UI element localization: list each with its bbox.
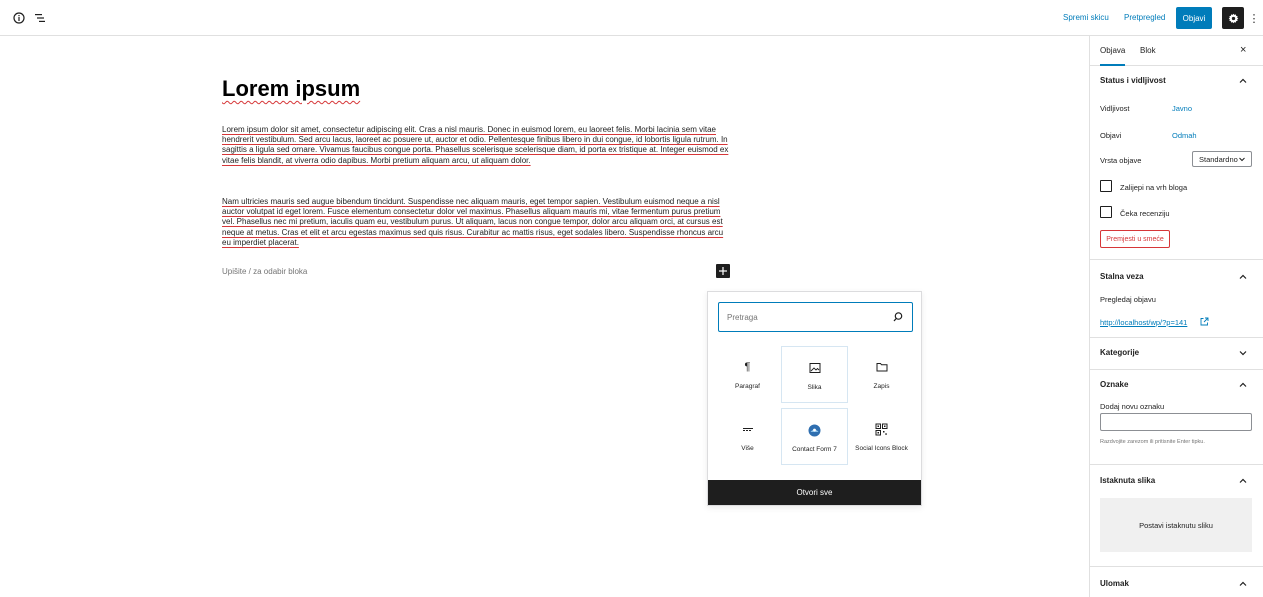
sidebar-tabs: Objava Blok × [1090,36,1263,66]
list-view-icon[interactable] [32,10,48,26]
post-title[interactable]: Lorem ipsum [222,76,360,102]
move-to-trash-button[interactable]: Premjesti u smeće [1100,230,1170,248]
chevron-up-icon [1239,581,1247,586]
paragraph-block[interactable]: Lorem ipsum dolor sit amet, consectetur … [222,125,734,166]
block-paragraph[interactable]: ¶ Paragraf [714,346,781,403]
settings-sidebar: Objava Blok × Status i vidljivost Vidlji… [1089,36,1263,597]
publish-label: Objavi [1100,131,1122,140]
divider [1090,464,1263,465]
divider [1090,566,1263,567]
visibility-label: Vidljivost [1100,104,1130,113]
block-search-input[interactable] [727,310,887,324]
tab-post[interactable]: Objava [1100,46,1126,66]
folder-icon [875,360,889,374]
paragraph-block[interactable]: Nam ultricies mauris sed augue bibendum … [222,197,734,248]
gear-icon [1228,13,1238,23]
chevron-up-icon [1239,274,1247,279]
set-featured-image-button[interactable]: Postavi istaknutu sliku [1100,498,1252,552]
pending-review-checkbox[interactable] [1100,206,1112,218]
divider [1090,259,1263,260]
panel-title: Oznake [1100,380,1129,389]
visibility-value[interactable]: Javno [1172,104,1192,113]
add-tag-label: Dodaj novu oznaku [1100,402,1165,411]
qr-icon [875,422,889,436]
block-label: Social Icons Block [855,445,908,452]
panel-title: Status i vidljivost [1100,76,1166,85]
block-image[interactable]: Slika [781,346,848,403]
image-icon [808,361,822,375]
save-draft-button[interactable]: Spremi skicu [1063,13,1109,22]
add-block-button[interactable] [716,264,730,278]
post-format-label: Vrsta objave [1100,156,1142,165]
chevron-up-icon [1239,78,1247,83]
publish-button[interactable]: Objavi [1176,7,1212,29]
more-options-icon[interactable]: ⋮ [1249,10,1260,26]
open-all-button[interactable]: Otvori sve [708,480,921,505]
block-inserter-popover: ¶ Paragraf Slika Zapis Više Contact Fo [707,291,922,506]
block-label: Zapis [873,383,890,390]
chevron-down-icon [1239,157,1245,162]
view-post-label: Pregledaj objavu [1100,295,1156,304]
block-contact-form[interactable]: Contact Form 7 [781,408,848,465]
chevron-up-icon [1239,478,1247,483]
block-label: Više [741,445,754,452]
panel-title: Kategorije [1100,348,1140,357]
block-social-icons[interactable]: Social Icons Block [848,408,915,465]
top-toolbar: Spremi skicu Pretpregled Objavi ⋮ [0,0,1263,36]
paragraph-icon: ¶ [744,361,751,373]
sticky-checkbox[interactable] [1100,180,1112,192]
settings-button[interactable] [1222,7,1244,29]
sticky-label: Zalijepi na vrh bloga [1120,183,1188,192]
pending-review-label: Čeka recenziju [1120,209,1170,218]
post-format-select[interactable]: Standardno [1192,151,1252,167]
add-tag-input[interactable] [1100,413,1252,431]
block-post[interactable]: Zapis [848,346,915,403]
block-label: Contact Form 7 [792,446,837,453]
tab-block[interactable]: Blok [1140,46,1156,55]
more-icon [741,422,755,436]
block-search[interactable] [718,302,913,332]
panel-title: Stalna veza [1100,272,1144,281]
publish-date-value[interactable]: Odmah [1172,131,1197,140]
close-icon[interactable]: × [1240,44,1246,56]
post-format-value: Standardno [1199,154,1238,164]
contact-form-icon [808,423,822,437]
preview-button[interactable]: Pretpregled [1124,13,1165,22]
chevron-up-icon [1239,382,1247,387]
panel-title: Ulomak [1100,579,1129,588]
external-link-icon[interactable] [1200,317,1209,326]
block-more[interactable]: Više [714,408,781,465]
plus-icon [719,267,727,275]
divider [1090,369,1263,370]
info-icon[interactable] [11,10,27,26]
block-label: Slika [807,384,822,391]
divider [1090,337,1263,338]
permalink-url[interactable]: http://localhost/wp/?p=141 [1100,318,1187,327]
search-icon [893,312,903,322]
tags-help-text: Razdvojite zarezom ili pritisnite Enter … [1100,439,1205,445]
panel-title: Istaknuta slika [1100,476,1156,485]
chevron-down-icon [1239,351,1247,356]
block-placeholder[interactable]: Upišite / za odabir bloka [222,267,307,276]
block-label: Paragraf [735,383,760,390]
